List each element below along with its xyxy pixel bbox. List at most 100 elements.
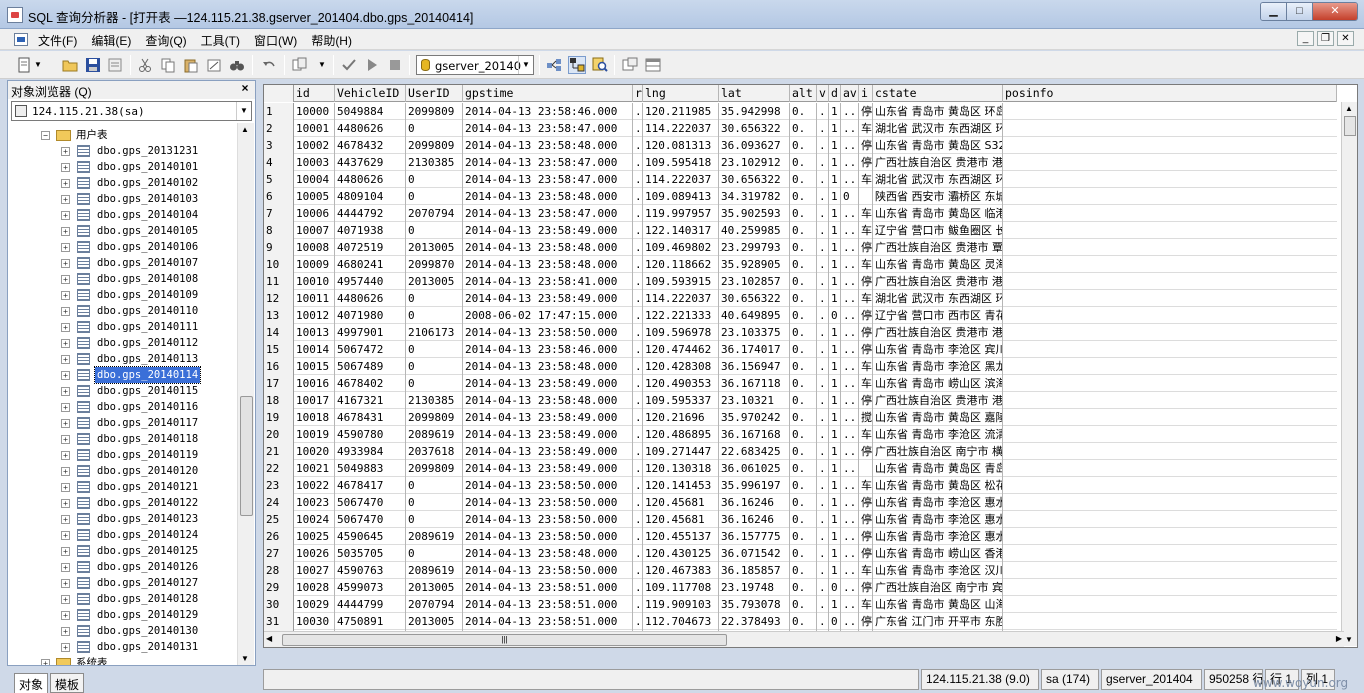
cell-av[interactable]: ..: [841, 392, 859, 409]
cell-alt[interactable]: 0.: [790, 256, 817, 273]
cell-lng[interactable]: 109.593915: [643, 273, 719, 290]
cell-vehicleid[interactable]: 4957440: [335, 273, 406, 290]
cell-lat[interactable]: 36.16246: [719, 511, 790, 528]
cell-av[interactable]: ..: [841, 579, 859, 596]
row-number[interactable]: 3: [264, 137, 294, 154]
execution-plan-icon[interactable]: [546, 57, 562, 73]
cell-av[interactable]: ..: [841, 273, 859, 290]
cell-vehicleid[interactable]: 4750891: [335, 613, 406, 630]
cell-alt[interactable]: 0.: [790, 392, 817, 409]
cell-i[interactable]: 停车超时(12h48m): [859, 324, 873, 341]
cell-id[interactable]: 10002: [294, 137, 335, 154]
cell-v[interactable]: ...: [817, 494, 829, 511]
execute-mode-dropdown-icon[interactable]: ▼: [318, 60, 326, 69]
parse-check-icon[interactable]: [341, 57, 357, 73]
cell-id[interactable]: 10003: [294, 154, 335, 171]
row-number[interactable]: 18: [264, 392, 294, 409]
cell-vehicleid[interactable]: 5067470: [335, 511, 406, 528]
cell-userid[interactable]: 0: [406, 545, 463, 562]
cell-d[interactable]: 1: [829, 358, 841, 375]
expand-icon[interactable]: +: [61, 643, 70, 652]
cell-v[interactable]: ...: [817, 188, 829, 205]
cell-lat[interactable]: 36.061025: [719, 460, 790, 477]
cell-vehicleid[interactable]: 4480626: [335, 120, 406, 137]
cell-d[interactable]: 1: [829, 511, 841, 528]
cell-gpstime[interactable]: 2014-04-13 23:58:49.000: [463, 426, 633, 443]
mdi-restore-button[interactable]: ❐: [1317, 31, 1334, 46]
row-number[interactable]: 26: [264, 528, 294, 545]
cell-i[interactable]: 车门关闭 停车...: [859, 477, 873, 494]
grid-vertical-scrollbar[interactable]: ▲ ▼: [1341, 102, 1357, 646]
cell-alt[interactable]: 0.: [790, 341, 817, 358]
cell-av[interactable]: ..: [841, 528, 859, 545]
cell-d[interactable]: 1: [829, 103, 841, 120]
cell-d[interactable]: 1: [829, 545, 841, 562]
cell-gpstime[interactable]: 2014-04-13 23:58:50.000: [463, 562, 633, 579]
object-browser-close-icon[interactable]: ×: [238, 82, 252, 96]
cell-r[interactable]: ..: [633, 222, 643, 239]
cell-alt[interactable]: 0.: [790, 324, 817, 341]
cell-vehicleid[interactable]: 5049884: [335, 103, 406, 120]
cell-userid[interactable]: 0: [406, 375, 463, 392]
cell-id[interactable]: 10030: [294, 613, 335, 630]
cell-v[interactable]: ..3: [817, 120, 829, 137]
object-browser-icon[interactable]: [568, 56, 586, 74]
row-number[interactable]: 7: [264, 205, 294, 222]
table-row[interactable]: 210001448062602014-04-13 23:58:47.000..1…: [264, 120, 1337, 137]
cell-id[interactable]: 10023: [294, 494, 335, 511]
cell-av[interactable]: ..: [841, 341, 859, 358]
cell-lat[interactable]: 30.656322: [719, 171, 790, 188]
cell-cstate[interactable]: 山东省 青岛市 黄岛区 松花江路 四季香物产(松花江...: [873, 477, 1003, 494]
cell-vehicleid[interactable]: 4072519: [335, 239, 406, 256]
expand-icon[interactable]: +: [41, 659, 50, 665]
cell-cstate[interactable]: 广西壮族自治区 贵港市 港北区 6队小区一巷 通和...: [873, 392, 1003, 409]
object-tree-scrollbar[interactable]: ▲ ▼: [237, 123, 254, 665]
cell-i[interactable]: 停车超时(4h21m): [859, 579, 873, 596]
cell-id[interactable]: 10029: [294, 596, 335, 613]
cell-av[interactable]: ..: [841, 137, 859, 154]
cell-vehicleid[interactable]: 4590763: [335, 562, 406, 579]
cell-id[interactable]: 10021: [294, 460, 335, 477]
cell-v[interactable]: ...: [817, 443, 829, 460]
table-row[interactable]: 1710016467840202014-04-13 23:58:49.000..…: [264, 375, 1337, 392]
cell-av[interactable]: ..: [841, 613, 859, 630]
menu-help[interactable]: 帮助(H): [311, 32, 352, 49]
cell-alt[interactable]: 0.: [790, 273, 817, 290]
cell-id[interactable]: 10009: [294, 256, 335, 273]
cell-i[interactable]: 停车停转 停车...: [859, 528, 873, 545]
cell-alt[interactable]: 0.: [790, 290, 817, 307]
table-row[interactable]: 810007407193802014-04-13 23:58:49.000..1…: [264, 222, 1337, 239]
cell-v[interactable]: ...: [817, 256, 829, 273]
cell-alt[interactable]: 0.: [790, 154, 817, 171]
cell-id[interactable]: 10022: [294, 477, 335, 494]
cell-cstate[interactable]: 湖北省 武汉市 东西湖区 环湖中路 沿海丽水佳园北...: [873, 171, 1003, 188]
row-number[interactable]: 25: [264, 511, 294, 528]
column-header-id[interactable]: id: [294, 85, 335, 102]
cell-r[interactable]: ..: [633, 426, 643, 443]
cell-gpstime[interactable]: 2014-04-13 23:58:49.000: [463, 375, 633, 392]
row-number[interactable]: 28: [264, 562, 294, 579]
menu-edit[interactable]: 编辑(E): [91, 32, 131, 49]
cell-gpstime[interactable]: 2014-04-13 23:58:48.000: [463, 358, 633, 375]
table-row[interactable]: 610005480910402014-04-13 23:58:48.000..1…: [264, 188, 1337, 205]
row-number[interactable]: 23: [264, 477, 294, 494]
table-row[interactable]: 19 10018 4678431 2099809 2014-04-13 23:58:49…: [264, 409, 1337, 426]
cell-id[interactable]: 10028: [294, 579, 335, 596]
row-number[interactable]: 21: [264, 443, 294, 460]
cell-d[interactable]: 1: [829, 562, 841, 579]
cell-lat[interactable]: 36.174017: [719, 341, 790, 358]
cell-av[interactable]: ..: [841, 307, 859, 324]
cell-r[interactable]: ..: [633, 528, 643, 545]
scroll-right-icon[interactable]: ▶: [1336, 634, 1342, 643]
row-number[interactable]: 16: [264, 358, 294, 375]
cell-d[interactable]: 0: [829, 307, 841, 324]
paste-icon[interactable]: [183, 57, 199, 73]
cell-id[interactable]: 10026: [294, 545, 335, 562]
cell-i[interactable]: 车门关闭 行驶停转: [859, 562, 873, 579]
cell-d[interactable]: 1: [829, 409, 841, 426]
cell-av[interactable]: ..: [841, 222, 859, 239]
cell-av[interactable]: ..: [841, 460, 859, 477]
cell-alt[interactable]: 0.: [790, 103, 817, 120]
cell-i[interactable]: 车门关闭 停车...: [859, 596, 873, 613]
server-select[interactable]: 124.115.21.38(sa) ▼: [11, 101, 252, 121]
